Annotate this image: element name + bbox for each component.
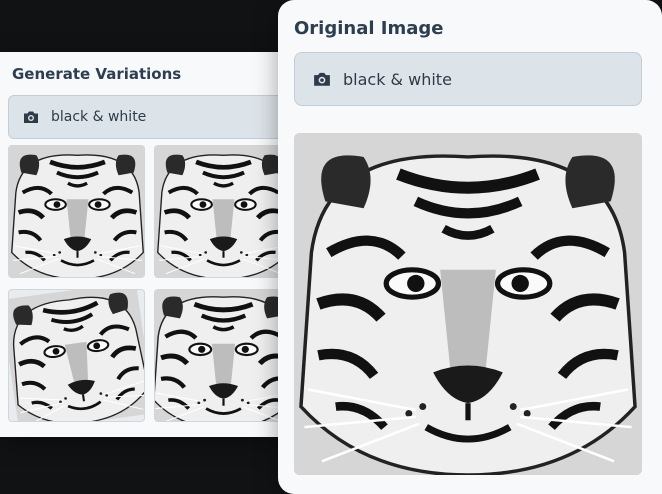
tiger-image (9, 290, 145, 422)
tiger-image (9, 146, 145, 278)
variation-thumbnail-3[interactable] (8, 289, 145, 422)
marketing-stage: Generate Variations black & white Origin… (0, 0, 662, 494)
original-prompt-field[interactable]: black & white (294, 52, 642, 106)
variations-prompt-field[interactable]: black & white (8, 95, 300, 139)
original-image-card: Original Image black & white (278, 0, 662, 494)
variations-prompt-text: black & white (51, 109, 147, 125)
generate-variations-card: Generate Variations black & white (0, 52, 300, 437)
camera-icon (313, 71, 331, 87)
original-tiger-image (294, 133, 642, 475)
variations-title: Generate Variations (12, 65, 182, 83)
original-prompt-text: black & white (343, 69, 452, 89)
tiger-image (155, 290, 291, 422)
tiger-image (294, 133, 642, 475)
variation-thumbnail-4[interactable] (154, 289, 291, 422)
variation-thumbnail-2[interactable] (154, 145, 291, 278)
original-title: Original Image (294, 18, 444, 39)
tiger-image (155, 146, 291, 278)
camera-icon (23, 110, 39, 124)
variation-thumbnail-1[interactable] (8, 145, 145, 278)
